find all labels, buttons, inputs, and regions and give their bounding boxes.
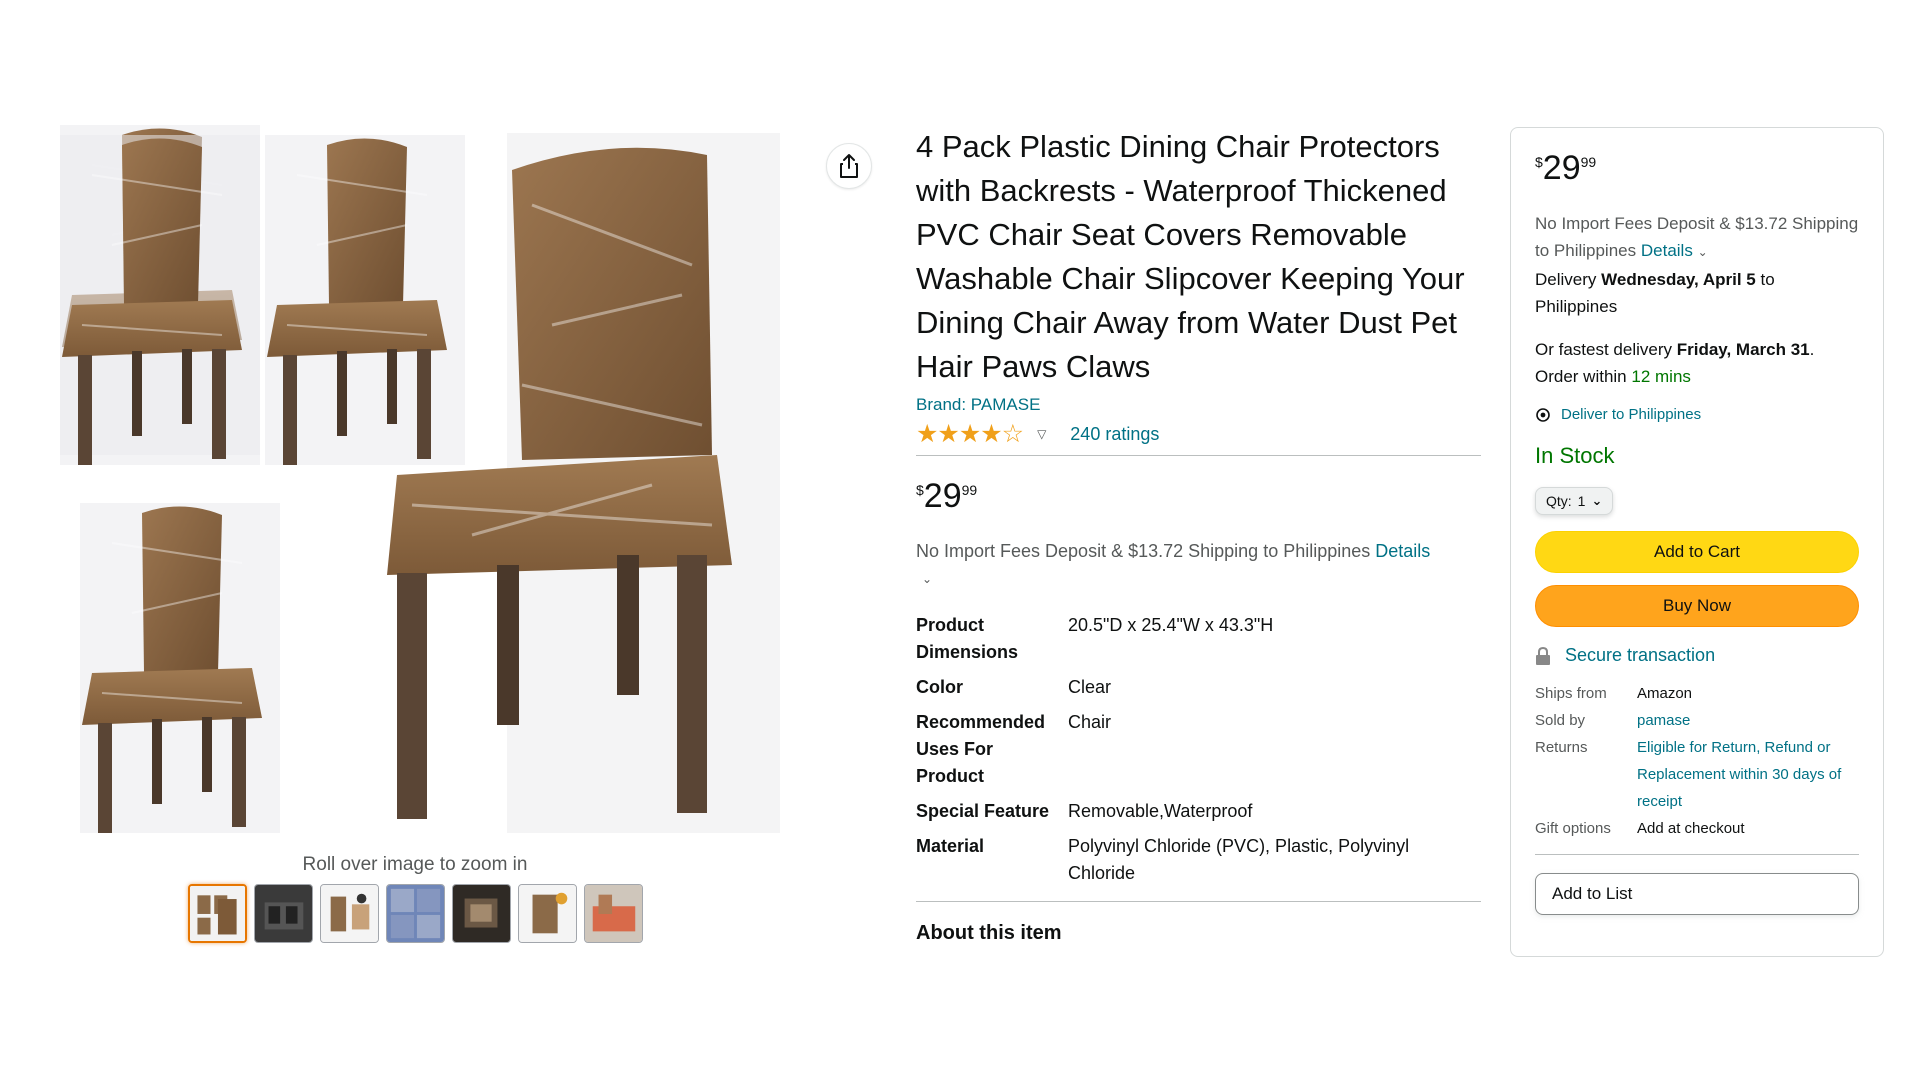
price: $ 29 99	[916, 478, 1481, 514]
chevron-down-icon[interactable]: ⌄	[1698, 245, 1708, 259]
info-key: Sold by	[1535, 712, 1586, 729]
info-row: Sold by pamase	[1535, 707, 1861, 734]
star-rating[interactable]: ★★★★☆	[916, 421, 1024, 447]
spec-value: Polyvinyl Chloride (PVC), Plastic, Polyv…	[1068, 836, 1410, 883]
divider	[1535, 854, 1859, 855]
price-symbol: $	[916, 482, 924, 498]
spec-key: Color	[916, 677, 963, 697]
shipping-details-link[interactable]: Details	[1375, 541, 1430, 561]
qty-value: 1	[1577, 493, 1586, 509]
divider	[916, 455, 1481, 456]
thumbnail-4[interactable]	[386, 884, 445, 943]
spec-value: Chair	[1068, 712, 1112, 732]
thumbnail-2[interactable]	[254, 884, 313, 943]
spec-key: Special Feature	[916, 801, 1050, 821]
brand-link[interactable]: Brand: PAMASE	[916, 395, 1481, 415]
buy-box: $ 29 99 No Import Fees Deposit & $13.72 …	[1510, 127, 1884, 957]
secure-text[interactable]: Secure transaction	[1565, 645, 1715, 666]
thumbnail-6[interactable]	[518, 884, 577, 943]
delivery-prefix: Delivery	[1535, 270, 1597, 289]
main-product-image[interactable]	[52, 125, 780, 860]
order-within-prefix: Order within	[1535, 367, 1627, 386]
stock-status: In Stock	[1535, 443, 1615, 468]
product-info: 4 Pack Plastic Dining Chair Protectors w…	[916, 125, 1481, 945]
shipping-details-link[interactable]: Details	[1641, 241, 1693, 260]
share-icon	[840, 154, 858, 178]
chevron-down-icon[interactable]: ▽	[1037, 427, 1046, 441]
thumbnail-3[interactable]	[320, 884, 379, 943]
thumbnail-5[interactable]	[452, 884, 511, 943]
qty-label: Qty:	[1546, 493, 1572, 509]
chevron-down-icon: ⌄	[1591, 493, 1603, 508]
lock-icon	[1536, 646, 1550, 665]
spec-row: Product Dimensions 20.5"D x 25.4"W x 43.…	[916, 612, 1481, 674]
rating-row: ★★★★☆ ▽ 240 ratings	[916, 421, 1481, 447]
thumbnail-7[interactable]	[584, 884, 643, 943]
deliver-to-link[interactable]: Deliver to Philippines	[1535, 406, 1859, 423]
spec-value: Removable,Waterproof	[1068, 801, 1253, 821]
fastest-delivery: Or fastest delivery Friday, March 31. Or…	[1535, 340, 1815, 386]
image-gallery	[52, 125, 780, 860]
order-within-time: 12 mins	[1631, 367, 1691, 386]
price-symbol: $	[1535, 154, 1543, 170]
product-title: 4 Pack Plastic Dining Chair Protectors w…	[916, 129, 1465, 384]
thumbnail-strip	[188, 884, 643, 943]
info-key: Returns	[1535, 739, 1588, 756]
info-row: Returns Eligible for Return, Refund or R…	[1535, 734, 1861, 815]
info-value: Add at checkout	[1637, 820, 1745, 837]
seller-info: Ships from Amazon Sold by pamase Returns…	[1535, 680, 1861, 842]
quantity-select[interactable]: Qty: 1 ⌄	[1535, 487, 1614, 515]
spec-row: Color Clear	[916, 674, 1481, 709]
spec-row: Material Polyvinyl Chloride (PVC), Plast…	[916, 833, 1481, 895]
spec-key: Product Dimensions	[916, 615, 1019, 662]
buybox-shipping: No Import Fees Deposit & $13.72 Shipping…	[1535, 210, 1859, 266]
deliver-to-text[interactable]: Deliver to Philippines	[1561, 406, 1701, 423]
delivery-date-value: Wednesday, April 5	[1601, 270, 1756, 289]
shipping-info: No Import Fees Deposit & $13.72 Shipping…	[916, 538, 1481, 592]
info-row: Ships from Amazon	[1535, 680, 1861, 707]
spec-key: Recommended Uses For Product	[916, 712, 1046, 786]
info-key: Ships from	[1535, 685, 1607, 702]
chevron-down-icon[interactable]: ⌄	[922, 572, 932, 586]
thumbnail-1[interactable]	[188, 884, 247, 943]
fastest-prefix: Or fastest delivery	[1535, 340, 1672, 359]
buybox-price: $ 29 99	[1535, 150, 1859, 186]
buy-now-button[interactable]: Buy Now	[1535, 585, 1859, 627]
info-key: Gift options	[1535, 820, 1611, 837]
add-to-cart-button[interactable]: Add to Cart	[1535, 531, 1859, 573]
seller-link[interactable]: pamase	[1637, 707, 1861, 734]
location-pin-icon	[1536, 407, 1550, 422]
price-whole: 29	[923, 477, 962, 515]
returns-link[interactable]: Eligible for Return, Refund or Replaceme…	[1637, 734, 1861, 815]
spec-value: Clear	[1068, 677, 1112, 697]
zoom-hint: Roll over image to zoom in	[302, 854, 528, 875]
price-fraction: 99	[961, 482, 978, 498]
shipping-text: No Import Fees Deposit & $13.72 Shipping…	[916, 541, 1371, 561]
share-button[interactable]	[826, 143, 872, 189]
fastest-date: Friday, March 31	[1676, 340, 1810, 359]
price-whole: 29	[1542, 149, 1581, 187]
add-to-list-button[interactable]: Add to List	[1535, 873, 1859, 915]
spec-row: Recommended Uses For Product Chair	[916, 709, 1481, 798]
divider	[916, 901, 1481, 902]
spec-value: 20.5"D x 25.4"W x 43.3"H	[1068, 615, 1274, 635]
spec-key: Material	[916, 836, 985, 856]
info-row: Gift options Add at checkout	[1535, 815, 1861, 842]
price-fraction: 99	[1580, 154, 1597, 170]
delivery-date: Delivery Wednesday, April 5 to Philippin…	[1535, 266, 1859, 320]
ratings-count-link[interactable]: 240 ratings	[1070, 424, 1159, 445]
spec-table: Product Dimensions 20.5"D x 25.4"W x 43.…	[916, 612, 1481, 895]
spec-row: Special Feature Removable,Waterproof	[916, 798, 1481, 833]
secure-transaction-link[interactable]: Secure transaction	[1535, 645, 1859, 666]
info-value: Amazon	[1637, 685, 1693, 702]
about-heading: About this item	[916, 922, 1062, 944]
